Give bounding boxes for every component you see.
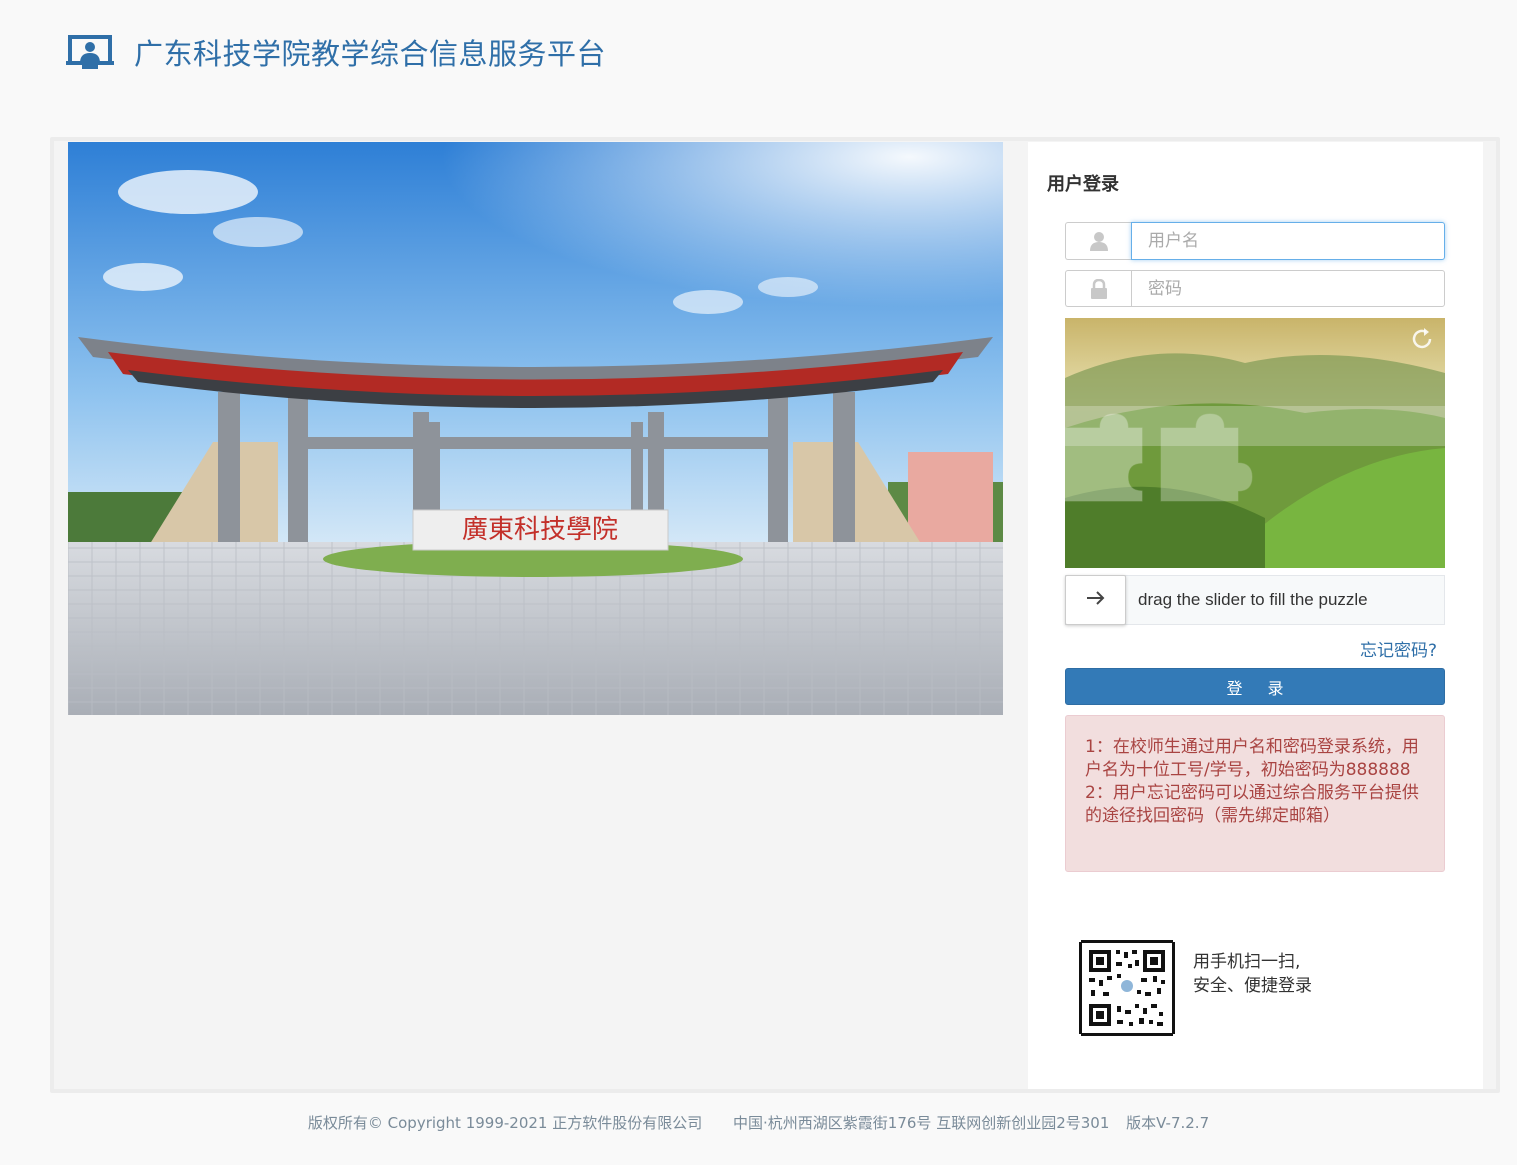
username-input[interactable] xyxy=(1131,222,1445,260)
footer: 版权所有© Copyright 1999-2021 正方软件股份有限公司 中国·… xyxy=(0,1112,1517,1133)
lock-icon xyxy=(1065,270,1131,307)
qr-hint-line-1: 用手机扫一扫, xyxy=(1193,952,1301,972)
campus-banner: 廣東科技學院 xyxy=(68,142,1003,715)
user-icon xyxy=(1065,222,1131,260)
slider-handle[interactable] xyxy=(1065,575,1126,625)
refresh-icon[interactable] xyxy=(1409,326,1435,352)
qr-code[interactable] xyxy=(1071,934,1183,1044)
login-box: 用户登录 用户名 drag the slider to fill the puz… xyxy=(1028,142,1483,1089)
captcha-image xyxy=(1065,318,1445,568)
slider-track: drag the slider to fill the puzzle xyxy=(1065,575,1445,625)
arrow-right-icon xyxy=(1086,590,1106,610)
password-input[interactable] xyxy=(1131,270,1445,307)
main-panel: 廣東科技學院 用户登录 用户名 drag the slider to fill … xyxy=(50,137,1500,1093)
header: 广东科技学院教学综合信息服务平台 xyxy=(0,0,1517,105)
login-button[interactable]: 登 录 xyxy=(1065,668,1445,705)
notice-line-2: 2：用户忘记密码可以通过综合服务平台提供的途径找回密码（需先绑定邮箱） xyxy=(1085,783,1419,826)
footer-copyright: 版权所有© Copyright 1999-2021 正方软件股份有限公司 xyxy=(307,1114,703,1132)
qr-hint-line-2: 安全、便捷登录 xyxy=(1193,976,1312,996)
forgot-password-link[interactable]: 忘记密码? xyxy=(1360,636,1437,661)
footer-version: 版本V-7.2.7 xyxy=(1126,1114,1210,1132)
notice-line-1: 1：在校师生通过用户名和密码登录系统，用户名为十位工号/学号，初始密码为8888… xyxy=(1085,737,1419,780)
login-notice: 1：在校师生通过用户名和密码登录系统，用户名为十位工号/学号，初始密码为8888… xyxy=(1065,715,1445,872)
screen-user-icon xyxy=(66,33,114,71)
qr-hint: 用手机扫一扫, 安全、便捷登录 xyxy=(1193,950,1312,998)
slider-hint: drag the slider to fill the puzzle xyxy=(1138,590,1368,609)
campus-sign-text: 廣東科技學院 xyxy=(462,515,618,545)
footer-address: 中国·杭州西湖区紫霞街176号 互联网创新创业园2号301 xyxy=(733,1114,1110,1132)
site-title: 广东科技学院教学综合信息服务平台 xyxy=(134,37,607,71)
login-title: 用户登录 xyxy=(1047,174,1119,195)
password-group xyxy=(1065,270,1445,307)
username-group xyxy=(1065,222,1445,260)
